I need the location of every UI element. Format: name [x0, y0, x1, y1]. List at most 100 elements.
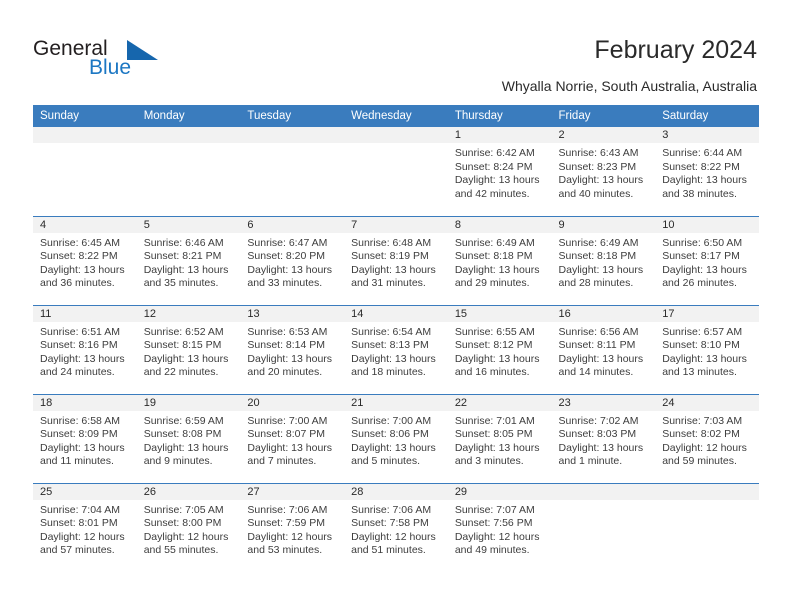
day-number: 12	[136, 305, 241, 322]
day-number: 4	[33, 216, 137, 233]
calendar-day-cell[interactable]: 2 Sunrise: 6:43 AM Sunset: 8:23 PM Daylight…	[551, 127, 656, 216]
sunrise-time: Sunrise: 6:49 AM	[454, 236, 535, 249]
daylight-duration-line1: Daylight: 13 hours	[351, 263, 436, 276]
location-subtitle: Whyalla Norrie, South Australia, Austral…	[501, 78, 757, 94]
calendar-day-cell[interactable]: 16 Sunrise: 6:56 AM Sunset: 8:11 PM Dayligh…	[551, 304, 656, 394]
daylight-duration-line1: Daylight: 12 hours	[143, 530, 229, 543]
calendar-day-cell[interactable]: 3 Sunrise: 6:44 AM Sunset: 8:22 PM Daylight…	[655, 127, 759, 216]
calendar-week-row: 18 Sunrise: 6:58 AM Sunset: 8:09 PM Dayligh…	[33, 393, 759, 483]
daylight-duration-line2: and 31 minutes.	[351, 277, 426, 290]
calendar-day-cell[interactable]: 15 Sunrise: 6:55 AM Sunset: 8:12 PM Dayligh…	[447, 304, 552, 394]
calendar-day-cell[interactable]: 1 Sunrise: 6:42 AM Sunset: 8:24 PM Daylight…	[447, 127, 552, 216]
calendar-day-cell[interactable]: 23 Sunrise: 7:02 AM Sunset: 8:03 PM Dayligh…	[551, 393, 656, 483]
sunset-time: Sunset: 8:16 PM	[40, 339, 118, 352]
day-details: Sunrise: 6:42 AM Sunset: 8:24 PM Daylight:…	[448, 143, 552, 201]
day-number: 3	[655, 127, 759, 143]
daylight-duration-line1: Daylight: 12 hours	[40, 530, 125, 543]
calendar-day-cell[interactable]: 19 Sunrise: 6:59 AM Sunset: 8:08 PM Dayligh…	[136, 393, 241, 483]
day-details: Sunrise: 6:56 AM Sunset: 8:11 PM Daylight:…	[552, 322, 656, 380]
day-details: Sunrise: 6:54 AM Sunset: 8:13 PM Daylight:…	[344, 322, 448, 380]
calendar-week-row: 1 Sunrise: 6:42 AM Sunset: 8:24 PM Daylight…	[33, 127, 759, 216]
calendar-day-cell[interactable]: 14 Sunrise: 6:54 AM Sunset: 8:13 PM Dayligh…	[344, 304, 448, 394]
sunset-time: Sunset: 8:02 PM	[662, 428, 740, 441]
daylight-duration-line2: and 38 minutes.	[662, 187, 737, 200]
sunrise-time: Sunrise: 6:59 AM	[143, 414, 224, 427]
calendar-day-cell[interactable]: 27 Sunrise: 7:06 AM Sunset: 7:59 PM Dayligh…	[240, 482, 345, 572]
calendar-day-cell[interactable]: 24 Sunrise: 7:03 AM Sunset: 8:02 PM Dayligh…	[655, 393, 759, 483]
daylight-duration-line1: Daylight: 13 hours	[662, 352, 747, 365]
daylight-duration-line1: Daylight: 13 hours	[143, 263, 229, 276]
calendar-day-cell[interactable]: 29 Sunrise: 7:07 AM Sunset: 7:56 PM Dayligh…	[447, 482, 552, 572]
calendar-day-cell[interactable]: 17 Sunrise: 6:57 AM Sunset: 8:10 PM Dayligh…	[655, 304, 759, 394]
sunset-time: Sunset: 7:56 PM	[454, 517, 533, 530]
daylight-duration-line2: and 11 minutes.	[40, 455, 114, 468]
day-details: Sunrise: 6:52 AM Sunset: 8:15 PM Daylight:…	[137, 322, 241, 380]
day-number: 27	[240, 483, 345, 500]
calendar-day-cell[interactable]: 6 Sunrise: 6:47 AM Sunset: 8:20 PM Daylight…	[240, 215, 345, 305]
weekday-header-saturday: Saturday	[655, 105, 759, 127]
calendar-cell-empty	[240, 127, 345, 216]
day-details: Sunrise: 7:02 AM Sunset: 8:03 PM Daylight:…	[552, 411, 656, 469]
day-number: 6	[240, 216, 345, 233]
calendar-day-cell[interactable]: 20 Sunrise: 7:00 AM Sunset: 8:07 PM Dayligh…	[240, 393, 345, 483]
sunrise-time: Sunrise: 6:45 AM	[40, 236, 120, 249]
sunset-time: Sunset: 7:58 PM	[351, 517, 429, 530]
general-blue-logo[interactable]: General Blue	[33, 38, 213, 88]
day-number: 16	[551, 305, 656, 322]
sunrise-time: Sunrise: 7:05 AM	[143, 503, 224, 516]
calendar-day-cell[interactable]: 7 Sunrise: 6:48 AM Sunset: 8:19 PM Daylight…	[344, 215, 448, 305]
day-number: 24	[655, 394, 759, 411]
daylight-duration-line2: and 59 minutes.	[662, 455, 737, 468]
daylight-duration-line2: and 55 minutes.	[143, 544, 219, 557]
sunrise-time: Sunrise: 7:06 AM	[351, 503, 432, 516]
sunset-time: Sunset: 8:05 PM	[454, 428, 533, 441]
day-details: Sunrise: 6:53 AM Sunset: 8:14 PM Daylight:…	[240, 322, 344, 380]
daylight-duration-line1: Daylight: 13 hours	[662, 263, 747, 276]
day-details: Sunrise: 6:47 AM Sunset: 8:20 PM Daylight:…	[240, 233, 344, 291]
calendar-day-cell[interactable]: 25 Sunrise: 7:04 AM Sunset: 8:01 PM Dayligh…	[33, 482, 137, 572]
calendar-day-cell[interactable]: 9 Sunrise: 6:49 AM Sunset: 8:18 PM Daylight…	[551, 215, 656, 305]
daylight-duration-line1: Daylight: 13 hours	[40, 352, 125, 365]
day-number: 7	[344, 216, 448, 233]
calendar-day-cell[interactable]: 21 Sunrise: 7:00 AM Sunset: 8:06 PM Dayligh…	[344, 393, 448, 483]
calendar-day-cell[interactable]: 4 Sunrise: 6:45 AM Sunset: 8:22 PM Daylight…	[33, 215, 137, 305]
calendar-day-cell[interactable]: 26 Sunrise: 7:05 AM Sunset: 8:00 PM Dayligh…	[136, 482, 241, 572]
sunrise-time: Sunrise: 6:52 AM	[143, 325, 224, 338]
weekday-header-friday: Friday	[551, 105, 656, 127]
sunset-time: Sunset: 8:17 PM	[662, 250, 740, 263]
calendar-day-cell[interactable]: 11 Sunrise: 6:51 AM Sunset: 8:16 PM Dayligh…	[33, 304, 137, 394]
day-number: 19	[136, 394, 241, 411]
day-number	[240, 127, 345, 143]
daylight-duration-line1: Daylight: 13 hours	[454, 174, 540, 187]
sunrise-sunset-calendar: Sunday Monday Tuesday Wednesday Thursday…	[33, 105, 759, 572]
sunset-time: Sunset: 8:22 PM	[40, 250, 118, 263]
sunset-time: Sunset: 8:23 PM	[558, 160, 637, 173]
sunrise-time: Sunrise: 6:46 AM	[143, 236, 224, 249]
day-details: Sunrise: 6:49 AM Sunset: 8:18 PM Daylight:…	[448, 233, 552, 291]
sunset-time: Sunset: 8:03 PM	[558, 428, 637, 441]
calendar-day-cell[interactable]: 5 Sunrise: 6:46 AM Sunset: 8:21 PM Daylight…	[136, 215, 241, 305]
day-number: 1	[447, 127, 552, 143]
day-number: 5	[136, 216, 241, 233]
sunset-time: Sunset: 8:13 PM	[351, 339, 429, 352]
calendar-day-cell[interactable]: 22 Sunrise: 7:01 AM Sunset: 8:05 PM Dayligh…	[447, 393, 552, 483]
day-details: Sunrise: 7:00 AM Sunset: 8:06 PM Daylight:…	[344, 411, 448, 469]
day-details: Sunrise: 7:07 AM Sunset: 7:56 PM Daylight:…	[448, 500, 552, 558]
weekday-header-monday: Monday	[136, 105, 241, 127]
daylight-duration-line2: and 49 minutes.	[454, 544, 530, 557]
calendar-day-cell[interactable]: 10 Sunrise: 6:50 AM Sunset: 8:17 PM Dayligh…	[655, 215, 759, 305]
calendar-day-cell[interactable]: 13 Sunrise: 6:53 AM Sunset: 8:14 PM Dayligh…	[240, 304, 345, 394]
calendar-day-cell[interactable]: 28 Sunrise: 7:06 AM Sunset: 7:58 PM Dayligh…	[344, 482, 448, 572]
day-details: Sunrise: 6:58 AM Sunset: 8:09 PM Daylight:…	[33, 411, 137, 469]
sunrise-time: Sunrise: 7:00 AM	[351, 414, 432, 427]
calendar-day-cell[interactable]: 8 Sunrise: 6:49 AM Sunset: 8:18 PM Daylight…	[447, 215, 552, 305]
day-details: Sunrise: 7:03 AM Sunset: 8:02 PM Daylight:…	[655, 411, 759, 469]
sunrise-time: Sunrise: 7:01 AM	[454, 414, 535, 427]
calendar-day-cell[interactable]: 18 Sunrise: 6:58 AM Sunset: 8:09 PM Dayligh…	[33, 393, 137, 483]
sunset-time: Sunset: 8:12 PM	[454, 339, 533, 352]
daylight-duration-line2: and 51 minutes.	[351, 544, 426, 557]
sunrise-time: Sunrise: 6:42 AM	[454, 147, 535, 159]
logo-triangle-icon	[127, 40, 158, 60]
calendar-day-cell[interactable]: 12 Sunrise: 6:52 AM Sunset: 8:15 PM Dayligh…	[136, 304, 241, 394]
daylight-duration-line1: Daylight: 13 hours	[351, 441, 436, 454]
